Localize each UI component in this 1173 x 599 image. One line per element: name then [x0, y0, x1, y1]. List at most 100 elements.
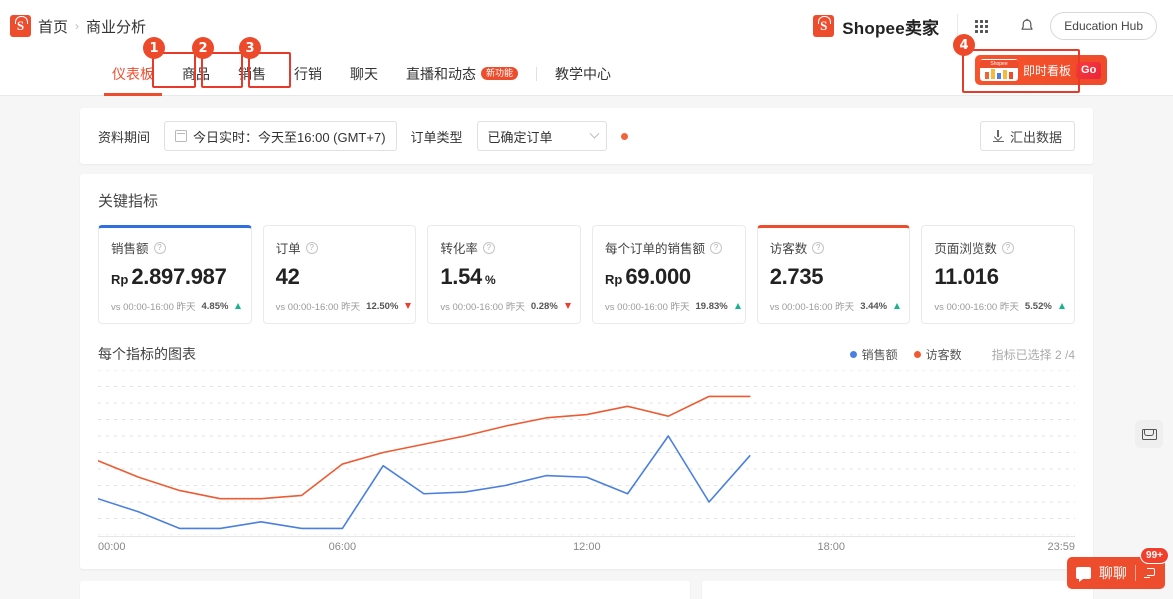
- metric-comparison: vs 00:00-16:00 昨天 19.83%: [605, 299, 741, 313]
- help-info-icon[interactable]: ?: [812, 241, 825, 254]
- metric-delta: 19.83%: [695, 300, 728, 312]
- metric-value: 69.000: [625, 264, 691, 289]
- trend-down-icon: [564, 303, 571, 309]
- metric-value-row: Rp 69.000: [605, 264, 733, 290]
- period-label: 资料期间: [98, 129, 151, 145]
- chat-label: 聊聊: [1099, 565, 1127, 581]
- tab-divider: [536, 66, 538, 81]
- trend-up-icon: [734, 303, 741, 309]
- metric-comparison: vs 00:00-16:00 昨天 5.52%: [934, 299, 1065, 313]
- instant-board-promo-button[interactable]: 即时看板 Go: [975, 55, 1108, 85]
- metric-value: 42: [275, 264, 300, 289]
- tab-sales-label: 销售: [238, 65, 266, 82]
- x-axis-tick: 23:59: [1047, 541, 1075, 553]
- legend-item-visitors[interactable]: 访客数: [913, 346, 962, 363]
- help-info-icon[interactable]: ?: [1001, 241, 1014, 254]
- notification-button[interactable]: [1004, 6, 1050, 46]
- order-type-value: 已确定订单: [487, 129, 553, 145]
- metric-delta: 3.44%: [860, 300, 888, 312]
- metric-value-row: 2.735: [770, 264, 898, 290]
- tab-learning-center[interactable]: 教学中心: [541, 52, 625, 96]
- metric-delta: 12.50%: [366, 300, 399, 312]
- metric-value: 2.897.987: [131, 264, 227, 289]
- instant-board-go-button[interactable]: Go: [1076, 61, 1102, 79]
- metric-card-conversion-rate[interactable]: 转化率 ? 1.54 % vs 00:00-16:00 昨天 0.28%: [427, 225, 582, 324]
- metrics-line-chart[interactable]: [98, 370, 1075, 535]
- page-content: 资料期间 今日实时：今天至16:00 (GMT+7) 订单类型 已确定订单 汇出…: [0, 96, 1173, 599]
- help-info-icon[interactable]: ?: [153, 241, 166, 254]
- chat-divider: [1135, 565, 1136, 581]
- education-hub-button[interactable]: Education Hub: [1050, 12, 1157, 40]
- filter-bar: 资料期间 今日实时：今天至16:00 (GMT+7) 订单类型 已确定订单 汇出…: [80, 108, 1093, 164]
- tab-live-and-feed[interactable]: 直播和动态 新功能: [392, 52, 532, 96]
- metric-value-row: 42: [276, 264, 404, 290]
- breadcrumb: 首页 › 商业分析: [10, 15, 146, 37]
- brand-label: Shopee卖家: [842, 18, 940, 38]
- export-data-button[interactable]: 汇出数据: [979, 121, 1075, 151]
- metric-card-sales-per-order[interactable]: 每个订单的销售额 ? Rp 69.000 vs 00:00-16:00 昨天 1…: [592, 225, 746, 324]
- tab-marketing[interactable]: 行销: [280, 52, 336, 96]
- metric-suffix: %: [484, 273, 496, 287]
- chevron-down-icon: [589, 128, 599, 139]
- tab-products[interactable]: 商品: [168, 52, 224, 96]
- metric-comparison: vs 00:00-16:00 昨天 3.44%: [770, 299, 901, 313]
- metric-value: 2.735: [769, 264, 824, 289]
- help-info-icon[interactable]: ?: [710, 241, 723, 254]
- metric-value-row: 1.54 %: [440, 264, 568, 290]
- metric-card-header: 每个订单的销售额 ?: [605, 238, 733, 257]
- breadcrumb-separator-icon: ›: [75, 19, 80, 33]
- chart-header: 每个指标的图表 销售额 访客数 指标已选择 2 /4: [98, 344, 1075, 364]
- metric-card-page-views[interactable]: 页面浏览数 ? 11.016 vs 00:00-16:00 昨天 5.52%: [921, 225, 1076, 324]
- notification-bell-icon: [1021, 18, 1033, 30]
- tab-dashboard-label: 仪表板: [112, 65, 154, 82]
- header-right-group: Shopee卖家 Education Hub: [813, 6, 1157, 46]
- metric-card-visitors[interactable]: 访客数 ? 2.735 vs 00:00-16:00 昨天 3.44%: [756, 225, 911, 324]
- metric-delta: 5.52%: [1024, 300, 1052, 312]
- x-axis-tick: 00:00: [98, 541, 126, 553]
- chart-legend: 销售额 访客数 指标已选择 2 /4: [849, 346, 1075, 363]
- metric-currency: Rp: [111, 272, 129, 287]
- metric-card-header: 转化率 ?: [440, 238, 568, 257]
- metric-card-header: 销售额 ?: [111, 238, 239, 257]
- date-range-picker[interactable]: 今日实时：今天至16:00 (GMT+7): [164, 121, 397, 151]
- tab-sales[interactable]: 销售: [224, 52, 280, 96]
- shopee-brand-logo-icon: [813, 15, 835, 37]
- tab-dashboard[interactable]: 仪表板: [98, 52, 168, 96]
- chat-float-button[interactable]: 聊聊 99+: [1067, 547, 1169, 589]
- metric-name: 每个订单的销售额: [605, 242, 706, 256]
- metric-card-sales[interactable]: 销售额 ? Rp 2.897.987 vs 00:00-16:00 昨天 4.8…: [98, 225, 252, 324]
- apps-grid-button[interactable]: [958, 6, 1004, 46]
- chart-title: 每个指标的图表: [98, 346, 196, 362]
- tab-chat[interactable]: 聊天: [336, 52, 392, 96]
- help-info-icon[interactable]: ?: [482, 241, 495, 254]
- apps-grid-icon: [974, 19, 988, 33]
- metric-vs-label: vs 00:00-16:00 昨天: [934, 302, 1019, 313]
- metric-vs-label: vs 00:00-16:00 昨天: [605, 302, 690, 313]
- mail-float-button[interactable]: [1135, 420, 1163, 448]
- metric-delta: 0.28%: [530, 300, 558, 312]
- filter-status-dot-icon: [620, 132, 628, 140]
- metric-vs-label: vs 00:00-16:00 昨天: [275, 302, 361, 313]
- chart-area: 00:00 06:00 12:00 18:00 23:59: [98, 370, 1075, 555]
- tab-live-and-feed-label: 直播和动态: [406, 65, 476, 82]
- instant-board-label: 即时看板: [1023, 63, 1072, 78]
- legend-item-sales[interactable]: 销售额: [849, 346, 898, 363]
- x-axis-tick: 12:00: [573, 541, 601, 553]
- metric-vs-label: vs 00:00-16:00 昨天: [111, 302, 196, 313]
- breadcrumb-home-link[interactable]: 首页: [38, 16, 68, 37]
- metric-name: 订单: [275, 242, 301, 256]
- bottom-panel-left: [80, 581, 690, 599]
- metric-comparison: vs 00:00-16:00 昨天 4.85%: [111, 299, 242, 313]
- order-type-select[interactable]: 已确定订单: [476, 121, 607, 151]
- bottom-panel-right: [702, 581, 1093, 599]
- new-feature-badge: 新功能: [481, 66, 519, 81]
- metric-card-orders[interactable]: 订单 ? 42 vs 00:00-16:00 昨天 12.50%: [262, 225, 417, 324]
- legend-label: 访客数: [925, 347, 962, 362]
- tab-products-label: 商品: [182, 65, 210, 82]
- shopee-seller-brand: Shopee卖家: [813, 14, 957, 39]
- date-range-value: 今日实时：今天至16:00 (GMT+7): [193, 129, 386, 145]
- trend-up-icon: [894, 303, 901, 309]
- help-info-icon[interactable]: ?: [305, 241, 318, 254]
- calendar-icon: [175, 130, 188, 142]
- expand-window-icon[interactable]: [1144, 567, 1156, 579]
